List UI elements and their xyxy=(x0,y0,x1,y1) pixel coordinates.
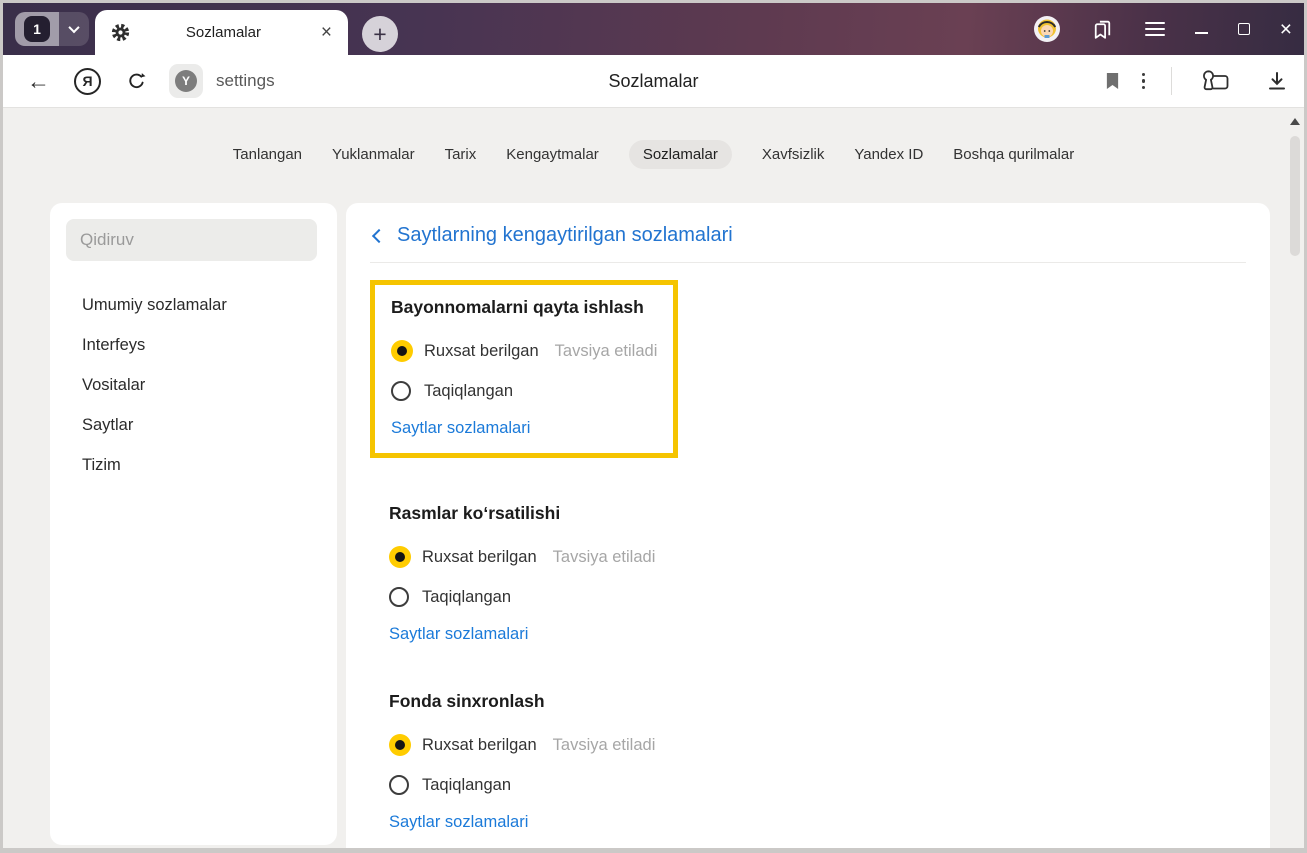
address-text[interactable]: settings xyxy=(216,71,275,91)
radio-denied[interactable] xyxy=(391,381,411,401)
download-icon[interactable] xyxy=(1266,70,1288,92)
recommended-note: Tavsiya etiladi xyxy=(552,735,656,754)
kebab-menu-icon[interactable] xyxy=(1136,72,1152,90)
scroll-up-icon[interactable] xyxy=(1290,118,1300,125)
radio-denied[interactable] xyxy=(389,587,409,607)
maximize-button[interactable] xyxy=(1237,23,1250,35)
close-tab-icon[interactable]: × xyxy=(317,23,336,42)
site-icon-badge[interactable]: Y xyxy=(169,64,203,98)
radio-denied-label[interactable]: Taqiqlangan xyxy=(422,776,511,795)
search-input[interactable] xyxy=(66,219,317,261)
chevron-down-icon xyxy=(68,21,80,34)
tab-list-dropdown[interactable] xyxy=(59,12,89,46)
radio-allowed-selected[interactable] xyxy=(391,340,413,362)
setting-section-fonda-sinxronlash: Fonda sinxronlash Ruxsat berilgan Tavsiy… xyxy=(370,691,1246,832)
nav-tab-tarix[interactable]: Tarix xyxy=(445,140,477,169)
site-settings-link[interactable]: Saytlar sozlamalari xyxy=(389,625,528,644)
radio-allowed-selected[interactable] xyxy=(389,546,411,568)
scrollbar-thumb[interactable] xyxy=(1290,136,1300,256)
scrollbar[interactable] xyxy=(1286,108,1304,848)
sidebar-item-tizim[interactable]: Tizim xyxy=(50,445,337,485)
refresh-button[interactable] xyxy=(126,71,147,92)
gear-icon xyxy=(111,23,130,42)
tab-counter-left[interactable]: 1 xyxy=(15,12,59,46)
bookmarks-panel-icon[interactable] xyxy=(1090,17,1115,42)
avatar[interactable] xyxy=(1033,16,1060,42)
recommended-note: Tavsiya etiladi xyxy=(552,547,656,566)
toolbar-separator xyxy=(1171,67,1172,95)
radio-allowed-label[interactable]: Ruxsat berilgan xyxy=(422,736,537,755)
close-window-button[interactable]: × xyxy=(1280,19,1292,40)
radio-allowed-selected[interactable] xyxy=(389,734,411,756)
titlebar: 1 Sozlamalar × + × xyxy=(3,3,1304,55)
tab-counter[interactable]: 1 xyxy=(15,12,89,46)
setting-title: Rasmlar koʻrsatilishi xyxy=(389,503,561,523)
site-settings-link[interactable]: Saytlar sozlamalari xyxy=(391,419,530,438)
browser-window: 1 Sozlamalar × + × ← Я Y settings Sozlam… xyxy=(0,0,1307,853)
back-button[interactable]: ← xyxy=(27,68,50,95)
recommended-note: Tavsiya etiladi xyxy=(554,341,658,360)
collections-icon[interactable] xyxy=(1200,68,1230,95)
section-heading[interactable]: Saytlarning kengaytirilgan sozlamalari xyxy=(397,224,733,247)
radio-denied[interactable] xyxy=(389,775,409,795)
section-heading-row[interactable]: Saytlarning kengaytirilgan sozlamalari xyxy=(370,203,1246,262)
sidebar-item-umumiy-sozlamalar[interactable]: Umumiy sozlamalar xyxy=(50,285,337,325)
radio-denied-label[interactable]: Taqiqlangan xyxy=(424,382,513,401)
new-tab-button[interactable]: + xyxy=(362,16,398,52)
nav-tab-kengaytmalar[interactable]: Kengaytmalar xyxy=(506,140,599,169)
yandex-logo-icon[interactable]: Я xyxy=(74,67,101,95)
nav-tab-sozlamalar[interactable]: Sozlamalar xyxy=(628,140,732,169)
menu-icon[interactable] xyxy=(1144,22,1165,36)
settings-sidebar: Umumiy sozlamalar Interfeys Vositalar Sa… xyxy=(50,203,337,845)
site-icon: Y xyxy=(175,70,197,92)
sidebar-item-saytlar[interactable]: Saytlar xyxy=(50,405,337,445)
nav-tab-yuklanmalar[interactable]: Yuklanmalar xyxy=(332,140,415,169)
toolbar: ← Я Y settings Sozlamalar xyxy=(3,55,1304,108)
setting-section-bayonnomalar: Bayonnomalarni qayta ishlash Ruxsat beri… xyxy=(370,280,679,458)
sidebar-item-vositalar[interactable]: Vositalar xyxy=(50,365,337,405)
tab-count-badge: 1 xyxy=(24,16,50,42)
radio-allowed-label[interactable]: Ruxsat berilgan xyxy=(422,548,537,567)
nav-tab-yandex-id[interactable]: Yandex ID xyxy=(854,140,923,169)
nav-tab-tanlangan[interactable]: Tanlangan xyxy=(233,140,302,169)
settings-page: Tanlangan Yuklanmalar Tarix Kengaytmalar… xyxy=(3,108,1304,848)
radio-allowed-label[interactable]: Ruxsat berilgan xyxy=(424,342,539,361)
site-settings-link[interactable]: Saytlar sozlamalari xyxy=(389,813,528,832)
settings-main-panel: Saytlarning kengaytirilgan sozlamalari B… xyxy=(346,203,1270,848)
nav-tab-xavfsizlik[interactable]: Xavfsizlik xyxy=(762,140,825,169)
bookmark-icon[interactable] xyxy=(1105,71,1120,91)
setting-section-rasmlar: Rasmlar koʻrsatilishi Ruxsat berilgan Ta… xyxy=(370,503,1246,644)
minimize-button[interactable] xyxy=(1194,32,1208,34)
nav-tab-boshqa-qurilmalar[interactable]: Boshqa qurilmalar xyxy=(953,140,1074,169)
tab-title: Sozlamalar xyxy=(185,24,261,41)
setting-title: Fonda sinxronlash xyxy=(389,691,545,711)
browser-tab-active[interactable]: Sozlamalar × xyxy=(95,10,348,55)
radio-denied-label[interactable]: Taqiqlangan xyxy=(422,588,511,607)
back-chevron-icon[interactable] xyxy=(371,228,387,243)
sidebar-item-interfeys[interactable]: Interfeys xyxy=(50,325,337,365)
settings-nav: Tanlangan Yuklanmalar Tarix Kengaytmalar… xyxy=(3,108,1304,169)
setting-title: Bayonnomalarni qayta ishlash xyxy=(391,297,644,317)
